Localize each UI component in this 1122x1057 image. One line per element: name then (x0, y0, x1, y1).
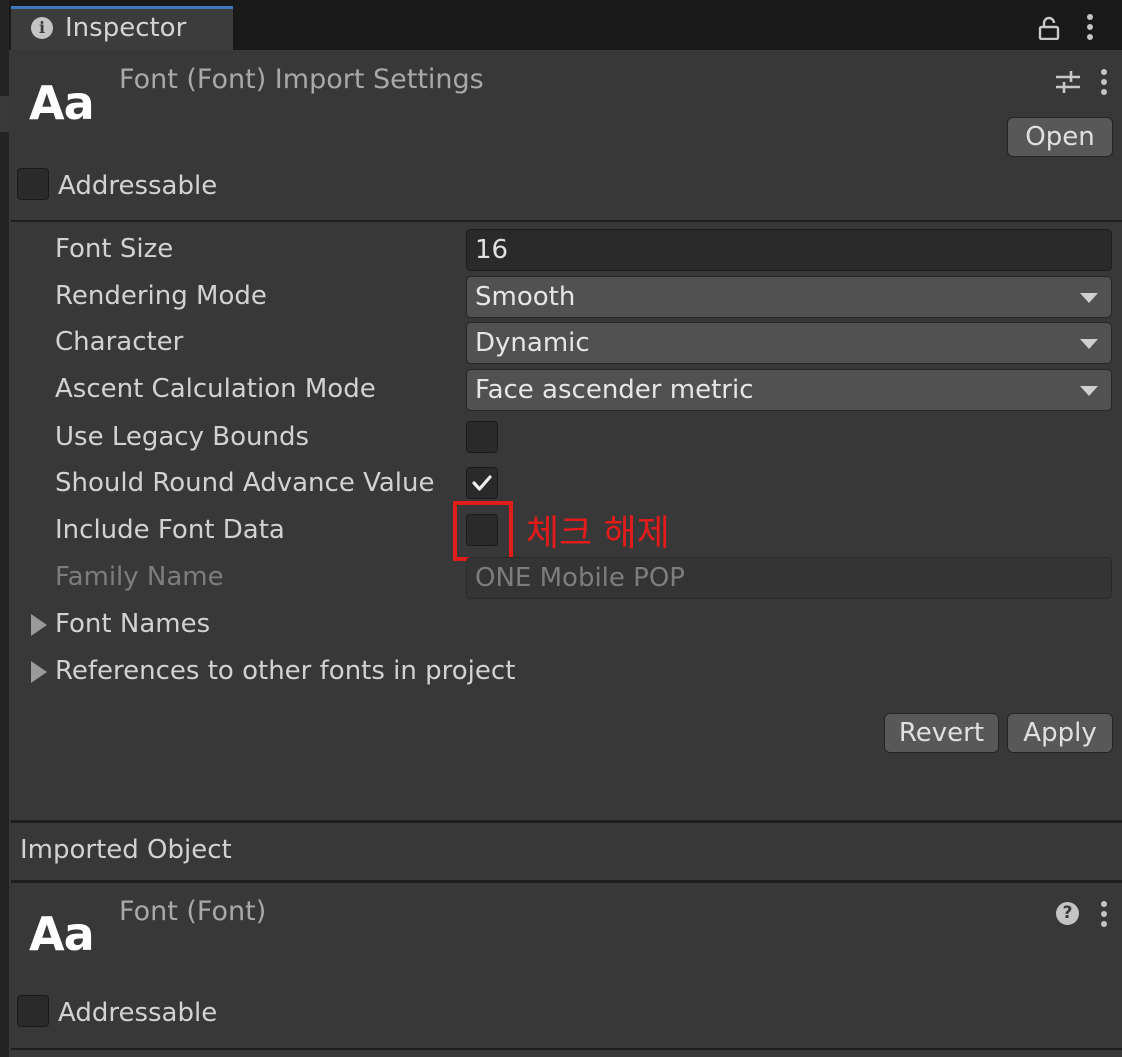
section-divider (11, 880, 1122, 883)
kebab-menu-icon[interactable] (1094, 67, 1114, 97)
tab-title: Inspector (65, 13, 187, 43)
help-icon[interactable]: ? (1056, 902, 1079, 925)
addressable-label: Addressable (58, 998, 218, 1028)
kebab-menu-icon[interactable] (1094, 899, 1114, 929)
references-foldout[interactable]: References to other fonts in project (55, 656, 515, 686)
apply-button[interactable]: Apply (1007, 713, 1113, 753)
foldout-arrow-icon[interactable] (31, 661, 47, 683)
ascent-mode-value: Face ascender metric (475, 375, 754, 405)
chevron-down-icon (1080, 293, 1098, 303)
character-value: Dynamic (475, 328, 590, 358)
legacy-bounds-checkbox[interactable] (466, 421, 498, 453)
open-button[interactable]: Open (1007, 117, 1113, 157)
character-dropdown[interactable]: Dynamic (466, 322, 1112, 364)
family-name-field: ONE Mobile POP (466, 557, 1112, 599)
lock-icon[interactable] (1038, 16, 1060, 40)
section-divider (11, 1048, 1122, 1050)
chevron-down-icon (1080, 339, 1098, 349)
round-advance-label: Should Round Advance Value (55, 468, 435, 498)
addressable-checkbox[interactable] (17, 168, 49, 200)
checkmark-icon (472, 475, 492, 491)
annotation-text: 체크 해제 (526, 513, 670, 554)
font-asset-icon: Aa (29, 76, 95, 130)
font-names-foldout[interactable]: Font Names (55, 609, 210, 639)
addressable-label: Addressable (58, 171, 218, 201)
section-divider (11, 220, 1122, 222)
addressable-checkbox[interactable] (17, 995, 49, 1027)
rendering-mode-label: Rendering Mode (55, 281, 267, 311)
import-settings-title: Font (Font) Import Settings (119, 64, 484, 95)
section-divider (11, 820, 1122, 823)
imported-object-title: Font (Font) (119, 896, 267, 927)
include-font-data-label: Include Font Data (55, 515, 285, 545)
info-icon: i (31, 17, 53, 39)
font-size-field[interactable]: 16 (466, 229, 1112, 271)
foldout-arrow-icon[interactable] (31, 614, 47, 636)
ascent-mode-dropdown[interactable]: Face ascender metric (466, 369, 1112, 411)
preset-sliders-icon[interactable] (1054, 68, 1082, 96)
imported-object-heading: Imported Object (20, 835, 232, 865)
ascent-mode-label: Ascent Calculation Mode (55, 374, 376, 404)
highlight-box (453, 501, 513, 561)
font-asset-icon: Aa (29, 907, 95, 961)
window-left-edge-marker (0, 96, 9, 132)
rendering-mode-value: Smooth (475, 282, 576, 312)
legacy-bounds-label: Use Legacy Bounds (55, 422, 309, 452)
window-left-edge (0, 0, 9, 1057)
revert-button[interactable]: Revert (884, 713, 999, 753)
character-label: Character (55, 327, 184, 357)
rendering-mode-dropdown[interactable]: Smooth (466, 276, 1112, 318)
font-size-label: Font Size (55, 234, 174, 264)
round-advance-checkbox[interactable] (466, 467, 498, 499)
family-name-label: Family Name (55, 562, 224, 592)
kebab-menu-icon[interactable] (1080, 12, 1100, 42)
chevron-down-icon (1080, 386, 1098, 396)
